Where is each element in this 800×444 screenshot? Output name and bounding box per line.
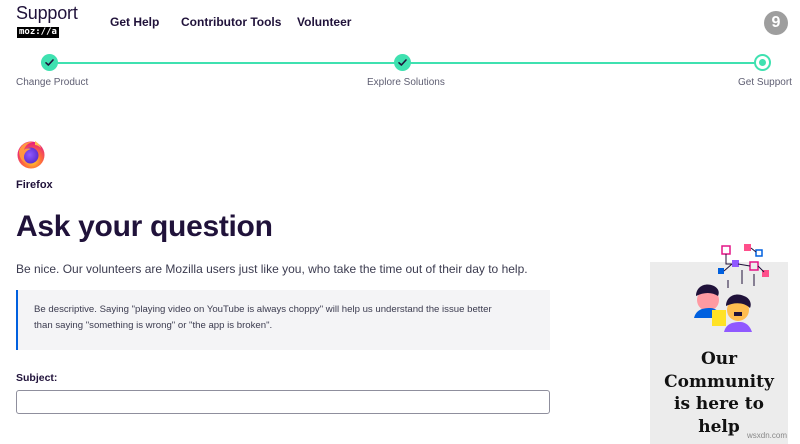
site-header: Support moz://a Get Help Contributor Too…	[0, 0, 800, 46]
subject-input[interactable]	[16, 390, 550, 414]
guidance-note: Be descriptive. Saying "playing video on…	[16, 290, 550, 350]
watermark: wsxdn.com	[747, 431, 788, 440]
step-label-explore-solutions[interactable]: Explore Solutions	[367, 77, 445, 88]
step-done-icon[interactable]	[394, 54, 411, 71]
step-current-icon	[754, 54, 771, 71]
progress-steps: Change Product Explore Solutions Get Sup…	[0, 52, 800, 92]
avatar[interactable]: 9	[764, 11, 788, 35]
support-logo[interactable]: Support moz://a	[16, 3, 86, 39]
nav-volunteer[interactable]: Volunteer	[297, 15, 351, 29]
community-card: Our Community is here to help	[650, 244, 788, 444]
step-label-change-product[interactable]: Change Product	[16, 77, 88, 88]
firefox-logo-icon	[16, 139, 46, 169]
note-line-1: Be descriptive. Saying "playing video on…	[34, 304, 492, 315]
step-done-icon[interactable]	[41, 54, 58, 71]
nav-get-help[interactable]: Get Help	[110, 15, 159, 29]
community-card-text: Our Community is here to help	[650, 348, 788, 438]
page-title: Ask your question	[16, 210, 273, 243]
nav-contributor-tools[interactable]: Contributor Tools	[181, 15, 281, 29]
logo-title: Support	[16, 3, 78, 23]
step-label-get-support: Get Support	[738, 77, 792, 88]
card-line-3: is here to	[673, 394, 764, 414]
intro-text: Be nice. Our volunteers are Mozilla user…	[16, 262, 528, 276]
mozilla-wordmark: moz://a	[17, 27, 59, 38]
community-illustration-icon	[694, 244, 769, 332]
subject-label: Subject:	[16, 372, 58, 384]
note-line-2: than saying "something is wrong" or "the…	[34, 320, 273, 331]
product-name: Firefox	[16, 179, 53, 191]
card-line-1: Our	[700, 349, 738, 369]
card-line-2: Community	[664, 371, 774, 392]
